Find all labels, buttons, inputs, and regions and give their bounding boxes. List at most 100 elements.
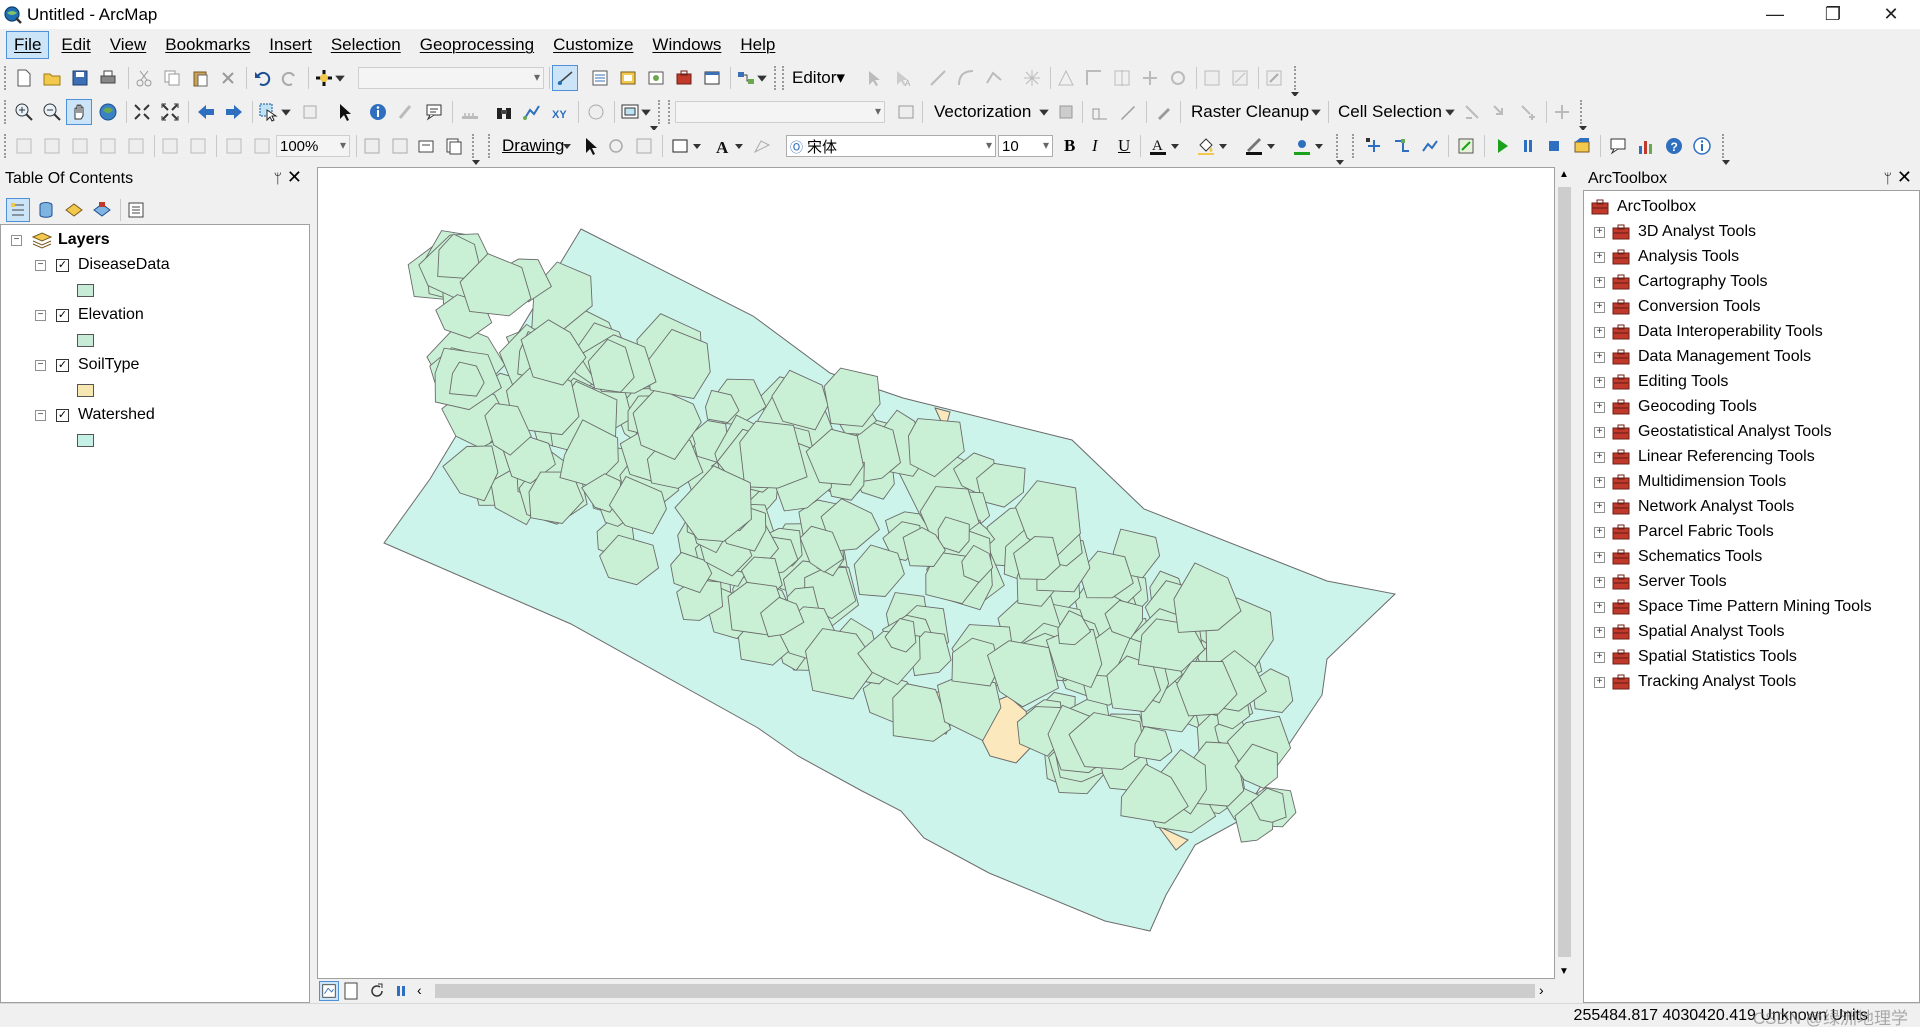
modelbuilder-icon[interactable] [734,66,758,90]
redo-icon[interactable] [278,66,302,90]
text-dropdown[interactable] [734,134,744,158]
pencil-icon[interactable] [1116,100,1140,124]
font-color-dropdown[interactable] [1170,134,1180,158]
raster-cleanup-icon[interactable] [1152,100,1176,124]
cut-icon[interactable] [132,66,156,90]
arctoolbox-root[interactable]: ArcToolbox [1590,196,1696,218]
clear-selection-icon[interactable] [298,100,322,124]
expand-icon[interactable]: + [1594,276,1605,288]
fixed-zoom-out-icon[interactable] [158,100,182,124]
new-document-icon[interactable] [12,66,36,90]
raster-cleanup-menu[interactable]: Raster Cleanup [1191,102,1309,122]
menu-file[interactable]: File [6,31,50,59]
toolbox-item[interactable]: + Network Analyst Tools [1584,496,1794,518]
arctoolbox-icon[interactable] [672,66,696,90]
collapse-icon[interactable]: − [35,409,46,421]
find-binoculars-icon[interactable] [492,100,516,124]
cell-selection-dropdown[interactable] [1444,100,1456,124]
vectorization-menu[interactable]: Vectorization [934,102,1031,122]
map-vertical-scrollbar[interactable]: ▲ ▼ [1555,167,1574,979]
data-view-icon[interactable] [319,981,339,1001]
toolbox-item[interactable]: + Data Interoperability Tools [1584,321,1823,343]
catalog-icon[interactable] [616,66,640,90]
vectorization-settings-icon[interactable] [894,100,918,124]
toolbox-item[interactable]: + Tracking Analyst Tools [1584,671,1796,693]
expand-icon[interactable]: + [1594,401,1605,413]
toc-close-icon[interactable]: ✕ [287,167,302,188]
layer-symbol-swatch[interactable] [77,434,94,447]
go-forward-icon[interactable] [222,100,246,124]
underline-button[interactable]: U [1118,136,1130,156]
menu-bookmarks[interactable]: Bookmarks [158,32,257,58]
menu-edit[interactable]: Edit [54,32,97,58]
search-window-icon[interactable] [644,66,668,90]
expand-icon[interactable]: + [1594,251,1605,263]
fixed-zoom-in-icon[interactable] [130,100,154,124]
expand-icon[interactable]: + [1594,451,1605,463]
expand-icon[interactable]: + [1594,626,1605,638]
interactive-selection-icon[interactable] [1488,100,1512,124]
scroll-up-icon[interactable]: ▲ [1559,169,1569,180]
scroll-left-icon[interactable]: ‹ [417,982,422,998]
marker-color-icon[interactable] [1290,134,1314,158]
font-color-icon[interactable]: A [1146,134,1170,158]
expand-icon[interactable]: + [1594,426,1605,438]
layer-symbol-swatch[interactable] [77,384,94,397]
minimize-button[interactable]: — [1746,0,1804,29]
italic-button[interactable]: I [1092,136,1098,156]
menu-geoprocessing[interactable]: Geoprocessing [413,32,541,58]
layer-symbol-swatch[interactable] [77,334,94,347]
paste-icon[interactable] [188,66,212,90]
select-connected-cells-icon[interactable] [1460,100,1484,124]
font-size-combo[interactable]: 10 ▾ [998,135,1053,157]
toolbox-item[interactable]: + Multidimension Tools [1584,471,1786,493]
bold-button[interactable]: B [1064,136,1075,156]
toolbox-item[interactable]: + Cartography Tools [1584,271,1768,293]
expand-icon[interactable]: + [1594,526,1605,538]
full-extent-globe-icon[interactable] [96,100,120,124]
fill-color-bucket-icon[interactable] [1194,134,1218,158]
map-canvas[interactable] [318,168,1554,978]
expand-icon[interactable]: + [1594,676,1605,688]
menu-selection[interactable]: Selection [324,32,408,58]
toolbox-item[interactable]: + Geostatistical Analyst Tools [1584,421,1832,443]
layers-root[interactable]: − Layers [11,229,110,251]
toolbox-close-icon[interactable]: ✕ [1897,167,1912,188]
open-folder-icon[interactable] [40,66,64,90]
collapse-icon[interactable]: − [35,309,46,321]
list-by-selection-icon[interactable] [90,198,114,222]
fill-color-dropdown[interactable] [1218,134,1228,158]
find-route-icon[interactable] [520,100,544,124]
toc-pin-icon[interactable]: ᛘ [274,170,282,186]
data-driven-pages-icon[interactable] [442,134,466,158]
font-name-combo[interactable]: Ⓞ 宋体 ▾ [786,135,996,157]
editor-toolbar-toggle-icon[interactable] [552,65,578,91]
toolbox-item[interactable]: + Editing Tools [1584,371,1728,393]
expand-icon[interactable]: + [1594,326,1605,338]
stop-icon[interactable] [1542,134,1566,158]
create-viewer-window-icon[interactable] [618,100,642,124]
pan-hand-icon[interactable] [66,99,92,125]
expand-icon[interactable]: + [1594,226,1605,238]
table-of-contents-icon[interactable] [588,66,612,90]
scroll-right-icon[interactable]: › [1539,982,1544,998]
measure-icon[interactable] [458,100,482,124]
modelbuilder-dropdown[interactable] [756,66,768,90]
expand-icon[interactable]: + [1594,601,1605,613]
expand-icon[interactable]: + [1594,551,1605,563]
python-window-icon[interactable] [700,66,724,90]
menu-help[interactable]: Help [733,32,782,58]
select-elements-icon[interactable] [578,134,602,158]
refresh-view-icon[interactable] [367,981,387,1001]
rectangle-dropdown[interactable] [692,134,702,158]
hyperlink-icon[interactable] [394,100,418,124]
undo-icon[interactable] [250,66,274,90]
marker-color-dropdown[interactable] [1314,134,1324,158]
raster-cleanup-dropdown[interactable] [1310,100,1322,124]
menu-customize[interactable]: Customize [546,32,640,58]
raster-painting-icon[interactable] [1088,100,1112,124]
add-data-dropdown[interactable] [334,66,346,90]
editor-menu[interactable]: Editor▾ [792,68,845,88]
select-features-dropdown[interactable] [280,100,292,124]
menu-view[interactable]: View [103,32,154,58]
